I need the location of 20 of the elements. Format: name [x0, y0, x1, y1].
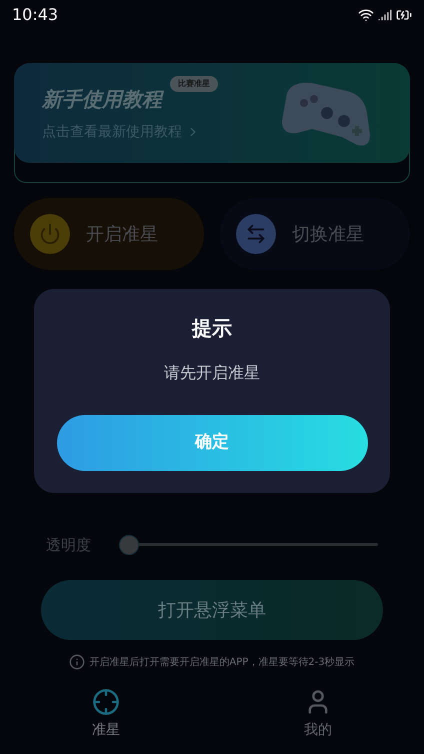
banner-badge: 比赛准星	[170, 76, 218, 92]
nav-tab[interactable]: 我的	[212, 684, 424, 754]
confirm-button[interactable]: 确定	[56, 415, 368, 471]
opacity-slider[interactable]	[119, 534, 378, 555]
opacity-label: 透明度	[46, 534, 91, 556]
banner-title: 新手使用教程	[42, 86, 162, 112]
hint-text: 开启准星后打开需要开启准星的APP，准星要等待2-3秒显示	[89, 656, 355, 670]
dialog-message: 请先开启准星	[164, 362, 260, 384]
crosshair-icon	[92, 688, 120, 716]
wifi-icon	[358, 7, 374, 23]
action-button[interactable]: 切换准星	[220, 198, 410, 270]
status-time: 10:43	[12, 4, 58, 26]
action-button[interactable]: 开启准星	[14, 198, 204, 270]
signal-icon	[378, 8, 392, 22]
nav-tab[interactable]: 准星	[0, 684, 212, 754]
dialog-title: 提示	[192, 315, 232, 342]
power-icon	[30, 214, 70, 254]
swap-icon	[236, 214, 276, 254]
info-icon	[69, 654, 86, 670]
float-menu-button[interactable]: 打开悬浮菜单	[41, 580, 383, 640]
